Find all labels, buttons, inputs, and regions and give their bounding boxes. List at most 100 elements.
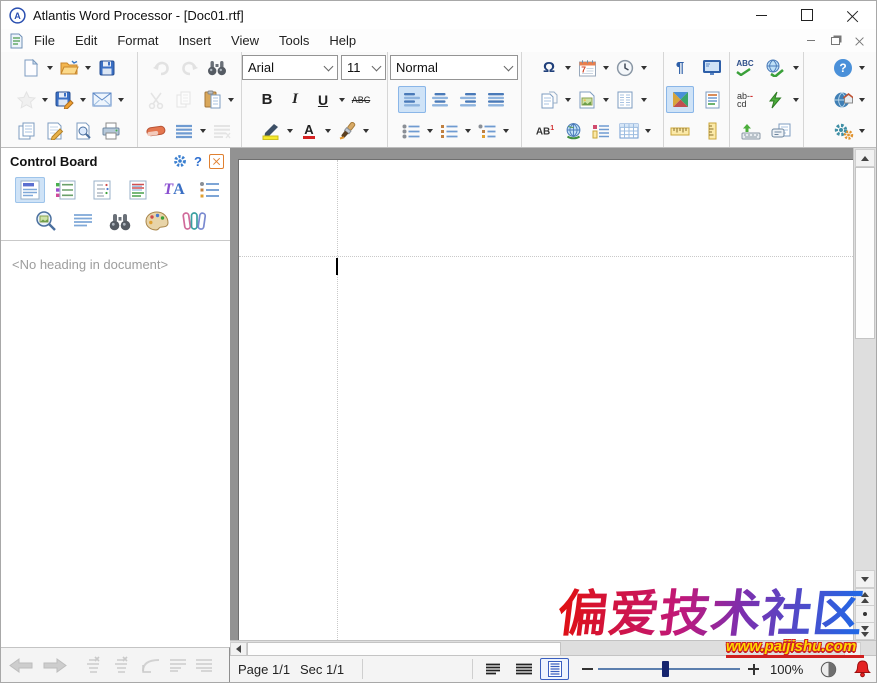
paragraph-formatting-button[interactable]	[170, 118, 198, 145]
dropdown-caret[interactable]	[42, 98, 48, 102]
dropdown-caret[interactable]	[503, 129, 509, 133]
font-size-combo[interactable]: 11	[341, 55, 386, 80]
zoom-thumb[interactable]	[662, 661, 669, 677]
options-button[interactable]	[829, 118, 857, 145]
dropdown-caret[interactable]	[641, 66, 647, 70]
cb-tool-button-4[interactable]	[169, 658, 187, 672]
autoexpand-button[interactable]	[761, 86, 789, 113]
justify-button[interactable]	[482, 86, 510, 113]
menu-help[interactable]: Help	[319, 30, 366, 51]
menu-edit[interactable]: Edit	[65, 30, 107, 51]
dropdown-caret[interactable]	[287, 129, 293, 133]
document-properties-button[interactable]	[41, 118, 69, 145]
page-indicator[interactable]: Page 1/1	[238, 656, 290, 682]
cut-button[interactable]	[142, 86, 170, 113]
save-as-button[interactable]	[50, 86, 78, 113]
vertical-scrollbar[interactable]	[853, 148, 876, 640]
section-indicator[interactable]: Sec 1/1	[300, 656, 344, 682]
show-paragraph-marks-button[interactable]: ¶	[666, 54, 694, 81]
dropdown-caret[interactable]	[603, 98, 609, 102]
reminder-button[interactable]	[854, 656, 871, 682]
dropdown-caret[interactable]	[325, 129, 331, 133]
insert-date-button[interactable]: 7	[573, 54, 601, 81]
zoom-slider[interactable]	[598, 656, 740, 682]
dropdown-caret[interactable]	[363, 129, 369, 133]
zoom-out-button[interactable]	[582, 656, 593, 682]
dropdown-caret[interactable]	[793, 66, 799, 70]
navigate-forward-button[interactable]	[42, 658, 67, 673]
fullscreen-button[interactable]	[698, 54, 726, 81]
format-painter-button[interactable]	[333, 118, 361, 145]
control-board-settings-button[interactable]	[173, 154, 187, 168]
find-button[interactable]	[203, 54, 231, 81]
insert-time-button[interactable]	[611, 54, 639, 81]
eraser-button[interactable]	[142, 118, 170, 145]
insert-image-button[interactable]	[573, 86, 601, 113]
control-board-help-button[interactable]: ?	[194, 154, 202, 169]
minimize-button[interactable]	[738, 1, 784, 29]
scroll-down-button[interactable]	[855, 570, 875, 588]
horizontal-scroll-thumb[interactable]	[247, 642, 561, 656]
dropdown-caret[interactable]	[465, 129, 471, 133]
dropdown-caret[interactable]	[565, 98, 571, 102]
horizontal-ruler-button[interactable]	[666, 118, 694, 145]
cb-tool-button-3[interactable]	[139, 657, 161, 673]
menu-insert[interactable]: Insert	[169, 30, 222, 51]
dropdown-caret[interactable]	[85, 66, 91, 70]
open-documents-button[interactable]	[13, 118, 41, 145]
document-minimize-button[interactable]	[804, 35, 818, 47]
scroll-right-button[interactable]	[844, 642, 861, 656]
cb-search-button[interactable]	[105, 208, 135, 234]
dropdown-caret[interactable]	[859, 98, 865, 102]
email-button[interactable]	[88, 86, 116, 113]
dropdown-caret[interactable]	[645, 129, 651, 133]
save-button[interactable]	[93, 54, 121, 81]
cb-bookmarks-button[interactable]	[51, 177, 81, 203]
document-restore-button[interactable]	[828, 35, 842, 47]
highlighter-button[interactable]	[257, 118, 285, 145]
dropdown-caret[interactable]	[427, 129, 433, 133]
website-button[interactable]	[829, 86, 857, 113]
redo-button[interactable]	[175, 54, 203, 81]
dropdown-caret[interactable]	[603, 66, 609, 70]
cb-zoom-button[interactable]	[31, 208, 61, 234]
document-page[interactable]	[238, 159, 854, 640]
layout-view-button[interactable]	[666, 86, 694, 113]
menu-format[interactable]: Format	[107, 30, 168, 51]
document-close-button[interactable]	[852, 35, 866, 47]
vertical-scroll-thumb[interactable]	[855, 167, 875, 339]
new-document-button[interactable]	[17, 54, 45, 81]
navigate-back-button[interactable]	[9, 658, 34, 673]
page-color-button[interactable]	[698, 86, 726, 113]
browse-object-button[interactable]	[855, 605, 875, 623]
cb-clips-button[interactable]	[179, 208, 209, 234]
print-preview-button[interactable]	[69, 118, 97, 145]
bullets-button[interactable]	[397, 118, 425, 145]
cb-changes-button[interactable]	[123, 177, 153, 203]
insert-toc-button[interactable]	[587, 118, 615, 145]
help-button[interactable]: ?	[829, 54, 857, 81]
statistics-button[interactable]	[820, 656, 837, 682]
previous-page-button[interactable]	[855, 588, 875, 606]
dropdown-caret[interactable]	[80, 98, 86, 102]
print-button[interactable]	[97, 118, 125, 145]
italic-button[interactable]: I	[281, 86, 309, 113]
align-right-button[interactable]	[454, 86, 482, 113]
font-name-combo[interactable]: Arial	[242, 55, 338, 80]
menu-file[interactable]: File	[24, 30, 65, 51]
hyphenation-button[interactable]: ab--cd	[731, 86, 759, 113]
dropdown-caret[interactable]	[793, 98, 799, 102]
underline-button[interactable]: U	[309, 86, 337, 113]
style-combo[interactable]: Normal	[390, 55, 518, 80]
dropdown-caret[interactable]	[339, 98, 345, 102]
next-page-button[interactable]	[855, 622, 875, 640]
vertical-ruler-button[interactable]	[698, 118, 726, 145]
web-view-button[interactable]	[509, 658, 538, 680]
dropdown-caret[interactable]	[118, 98, 124, 102]
insert-footnote-button[interactable]: AB1	[531, 118, 559, 145]
zoom-level[interactable]: 100%	[770, 656, 803, 682]
spellcheck-button[interactable]: ABC	[731, 54, 759, 81]
undo-button[interactable]	[147, 54, 175, 81]
autocorrect-button[interactable]	[767, 118, 795, 145]
insert-columns-button[interactable]	[611, 86, 639, 113]
